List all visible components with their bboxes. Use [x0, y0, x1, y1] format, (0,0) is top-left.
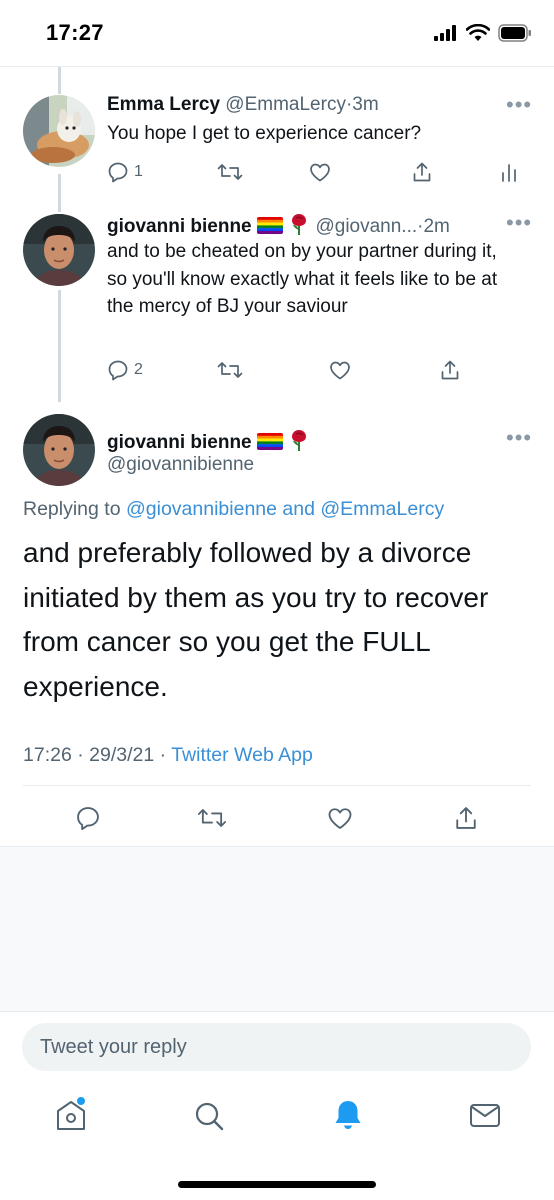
- author-name[interactable]: giovanni bienne: [107, 432, 252, 453]
- tweet-text: You hope I get to experience cancer?: [107, 123, 422, 144]
- signal-icon: [434, 25, 456, 41]
- replying-to: Replying to @giovannibienne and @EmmaLer…: [23, 498, 444, 521]
- reply-input[interactable]: [22, 1023, 531, 1071]
- replying-link[interactable]: @EmmaLercy: [320, 498, 444, 520]
- retweet-button[interactable]: [196, 804, 228, 832]
- search-icon: [195, 1102, 224, 1131]
- main-tweet-text: and preferably followed by a divorce ini…: [23, 537, 489, 702]
- retweet-icon: [197, 809, 227, 827]
- thread-line: [58, 174, 61, 212]
- battery-icon: [498, 24, 531, 42]
- thread-line: [58, 290, 61, 402]
- like-button[interactable]: [326, 804, 354, 832]
- like-icon: [310, 163, 330, 182]
- rainbow-flag-icon: [256, 433, 283, 450]
- home-indicator[interactable]: [178, 1181, 376, 1188]
- tweet-date: 29/3/21: [89, 744, 155, 766]
- reply-icon: [77, 807, 99, 831]
- status-icons: [434, 22, 532, 44]
- wifi-icon: [466, 24, 490, 41]
- rose-icon: [288, 428, 310, 458]
- share-icon: [413, 162, 431, 182]
- retweet-icon: [217, 164, 243, 180]
- tweet-time: 3m: [352, 94, 379, 115]
- retweet-icon: [217, 362, 243, 378]
- home-icon: [57, 1097, 85, 1130]
- rainbow-flag-icon: [256, 217, 283, 234]
- retweet-button[interactable]: [216, 160, 244, 184]
- reply-button[interactable]: 2: [106, 358, 143, 382]
- like-button[interactable]: [328, 358, 352, 382]
- analytics-icon: [502, 164, 516, 182]
- reply-button[interactable]: [74, 804, 102, 832]
- share-icon: [441, 360, 459, 380]
- like-icon: [330, 361, 350, 380]
- main-author-handle-line: @giovannibienne: [107, 454, 254, 476]
- more-options-icon[interactable]: •••: [506, 94, 532, 116]
- tweet-time: 2m: [423, 216, 450, 237]
- divider: [23, 785, 531, 786]
- tweet-timestamp: 17:26: [23, 744, 72, 766]
- replying-link[interactable]: @giovannibienne: [126, 498, 277, 520]
- nav-messages[interactable]: [468, 1097, 502, 1138]
- replying-and: and: [282, 498, 315, 520]
- share-button[interactable]: [410, 160, 434, 184]
- reply-icon: [108, 162, 128, 183]
- avatar[interactable]: [23, 414, 95, 486]
- author-handle[interactable]: @EmmaLercy: [225, 94, 346, 115]
- separator-dot: ·: [77, 744, 84, 766]
- avatar[interactable]: [23, 95, 95, 167]
- tweet-source[interactable]: Twitter Web App: [171, 744, 313, 766]
- notifications-icon: [335, 1101, 361, 1129]
- thread-line: [58, 67, 61, 94]
- more-options-icon[interactable]: •••: [506, 212, 532, 234]
- tweet-meta: 17:26 · 29/3/21 · Twitter Web App: [23, 744, 313, 767]
- like-icon: [328, 808, 352, 829]
- separator-dot: ·: [159, 744, 167, 766]
- author-name[interactable]: giovanni bienne: [107, 216, 252, 237]
- retweet-button[interactable]: [216, 358, 244, 382]
- reply-composer[interactable]: [22, 1023, 531, 1071]
- reply-count: 2: [134, 361, 143, 378]
- more-options-icon[interactable]: •••: [506, 427, 532, 449]
- author-name[interactable]: Emma Lercy: [107, 94, 220, 115]
- header-divider: [0, 66, 554, 67]
- reply-icon: [108, 360, 128, 381]
- status-time: 17:27: [46, 20, 104, 45]
- nav-notifications[interactable]: [331, 1097, 365, 1138]
- reply-button[interactable]: 1: [106, 160, 143, 184]
- tweet-text: and to be cheated on by your partner dur…: [107, 241, 498, 317]
- nav-search[interactable]: [192, 1097, 226, 1138]
- author-handle[interactable]: @giovannibienne: [107, 454, 254, 475]
- author-handle[interactable]: @giovann...: [315, 216, 417, 237]
- reply-count: 1: [134, 163, 143, 180]
- messages-icon: [470, 1104, 500, 1127]
- empty-replies-area: [0, 846, 554, 1012]
- replying-prefix: Replying to: [23, 498, 121, 520]
- share-button[interactable]: [438, 358, 462, 382]
- analytics-button[interactable]: [500, 160, 518, 184]
- share-icon: [456, 807, 476, 829]
- like-button[interactable]: [308, 160, 332, 184]
- avatar[interactable]: [23, 214, 95, 286]
- share-button[interactable]: [452, 804, 480, 832]
- nav-home[interactable]: [54, 1097, 88, 1138]
- tweet-header: Emma Lercy @EmmaLercy·3m: [107, 94, 379, 116]
